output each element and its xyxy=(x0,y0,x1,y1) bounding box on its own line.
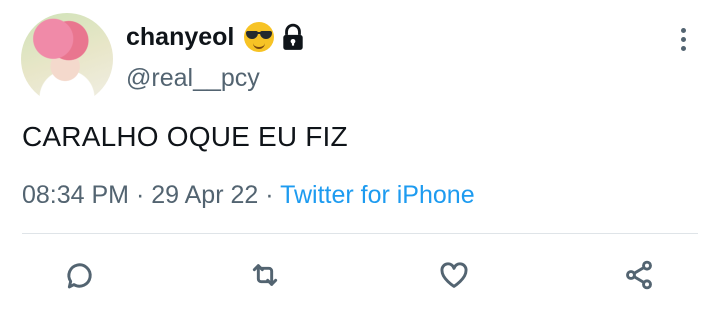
sunglasses-emoji-icon xyxy=(244,22,275,52)
lock-icon xyxy=(283,23,304,50)
more-options-icon[interactable] xyxy=(676,28,690,56)
retweet-button[interactable] xyxy=(248,258,282,292)
divider xyxy=(22,233,698,234)
retweet-icon xyxy=(252,264,278,286)
reply-button[interactable] xyxy=(63,258,97,292)
reply-icon xyxy=(67,263,92,289)
tweet-time: 08:34 PM xyxy=(22,181,130,209)
like-icon xyxy=(440,262,468,288)
tweet-date: 29 Apr 22 xyxy=(151,181,259,209)
like-button[interactable] xyxy=(437,258,471,292)
share-icon xyxy=(626,260,652,290)
user-name-row: chanyeol xyxy=(126,22,306,52)
display-name[interactable]: chanyeol xyxy=(126,22,234,52)
avatar[interactable] xyxy=(21,13,113,105)
user-handle[interactable]: @real__pcy xyxy=(126,64,260,93)
tweet-meta: 08:34 PM · 29 Apr 22 · Twitter for iPhon… xyxy=(22,181,475,210)
tweet-source-link[interactable]: Twitter for iPhone xyxy=(280,181,475,209)
meta-separator: · xyxy=(265,181,274,209)
share-button[interactable] xyxy=(622,258,656,292)
tweet-text: CARALHO OQUE EU FIZ xyxy=(22,121,348,152)
meta-separator: · xyxy=(135,181,145,209)
